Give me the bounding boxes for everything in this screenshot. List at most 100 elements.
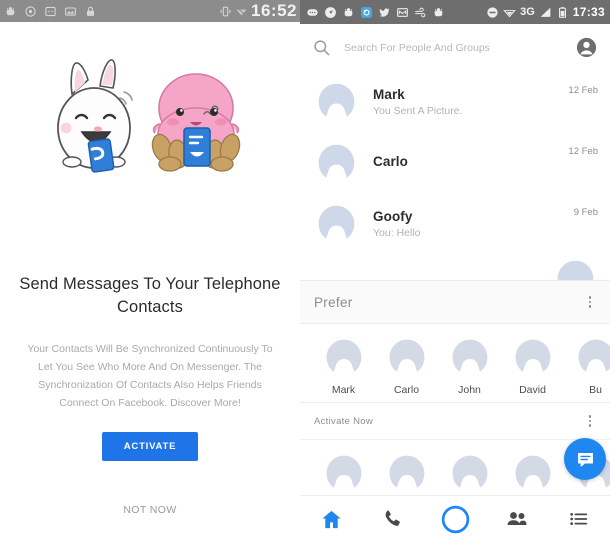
conversation-date: 9 Feb [573, 207, 598, 218]
favorite-contact[interactable]: Mark [312, 335, 375, 396]
nav-calls-button[interactable] [367, 496, 419, 542]
not-now-button[interactable]: NOT NOW [123, 504, 176, 516]
avatar [314, 201, 359, 246]
favorite-contact[interactable]: John [438, 335, 501, 396]
favorite-contact[interactable]: Bu [564, 335, 610, 396]
kebab-menu-icon[interactable] [583, 294, 597, 310]
avatar [385, 335, 428, 379]
gmail-icon [397, 7, 408, 17]
conversation-text: Carlo [373, 154, 568, 172]
dropbox-icon [434, 7, 443, 16]
nav-more-button[interactable] [553, 496, 605, 542]
conversation-row[interactable]: Mark You Sent A Picture. 12 Feb [300, 71, 610, 132]
left-status-icons [4, 5, 97, 18]
section-header-prefer: Prefer [300, 280, 610, 324]
navigation-arrow-icon [325, 6, 336, 18]
circle-record-icon [25, 5, 36, 17]
promo-text-block: Send Messages To Your Telephone Contacts… [0, 273, 300, 516]
two-characters-with-phones-illustration [56, 59, 240, 173]
home-icon [321, 510, 341, 528]
conversation-text: Mark You Sent A Picture. [373, 87, 568, 117]
pink-creature-character [151, 73, 240, 172]
right-status-bar: 3G 17:33 [300, 0, 610, 24]
nav-camera-button[interactable] [429, 496, 481, 542]
message-box-icon [45, 6, 56, 16]
kebab-menu-icon[interactable] [583, 413, 597, 429]
section-header-activate-now: Activate Now [300, 402, 610, 440]
favorite-contact[interactable]: David [501, 335, 564, 396]
conversation-row[interactable]: Goofy You: Hello 9 Feb [300, 193, 610, 254]
conversation-snippet: You Sent A Picture. [373, 104, 463, 117]
people-icon [507, 512, 527, 525]
wind-icon [415, 7, 426, 17]
right-status-clock: 17:33 [572, 5, 605, 19]
favorite-name: John [458, 384, 481, 396]
conversation-list: Mark You Sent A Picture. 12 Feb Carlo 12… [300, 71, 610, 280]
conversation-name: Goofy [373, 208, 413, 224]
photo-icon [65, 6, 76, 16]
new-message-fab[interactable] [564, 438, 606, 480]
wifi-icon [503, 9, 516, 17]
avatar [322, 335, 365, 379]
screen-root: 16:52 Send Messages To Your Telephone Co… [0, 0, 610, 542]
avatar [314, 79, 359, 124]
battery-icon [558, 6, 566, 18]
wifi-off-icon [236, 6, 247, 16]
section-title: Activate Now [314, 415, 374, 427]
nav-people-button[interactable] [491, 496, 543, 542]
list-icon [570, 513, 588, 525]
right-status-system-icons: 3G 17:33 [486, 0, 605, 24]
search-bar[interactable] [300, 24, 610, 71]
do-not-disturb-icon [487, 6, 498, 18]
camera-circle-icon [441, 505, 469, 533]
favorite-name: Bu [589, 384, 602, 396]
signal-bars-icon [540, 7, 551, 17]
favorite-name: Mark [331, 384, 356, 396]
avatar [314, 140, 359, 185]
left-status-bar: 16:52 [0, 0, 300, 22]
conversation-snippet: You: Hello [373, 226, 421, 239]
search-icon[interactable] [312, 38, 331, 57]
favorites-row-one: Mark Carlo John David Bu [300, 324, 610, 402]
right-panel-messenger: 3G 17:33 Search For People And Groups Ma… [300, 0, 610, 542]
favorite-name: David [519, 384, 546, 396]
left-status-clock: 16:52 [251, 1, 297, 20]
twitter-icon [379, 7, 390, 17]
section-title: Prefer [314, 294, 353, 310]
right-status-app-icons [306, 6, 445, 19]
conversation-name: Mark [373, 86, 405, 102]
avatar [448, 451, 491, 495]
network-type-label: 3G [520, 6, 535, 18]
nav-home-button[interactable] [305, 496, 357, 542]
lock-icon [86, 6, 95, 16]
favorite-name: Carlo [393, 384, 420, 396]
promo-description: Your Contacts Will Be Synchronized Conti… [27, 342, 273, 409]
conversation-name: Carlo [373, 153, 409, 169]
conversation-text: Goofy You: Hello [373, 209, 574, 239]
bottom-navigation-bar [300, 495, 610, 542]
bunny-character [56, 59, 133, 173]
left-status-right: 16:52 [219, 0, 300, 22]
favorite-contact[interactable]: Carlo [375, 335, 438, 396]
conversation-date: 12 Feb [568, 85, 598, 96]
phone-icon [385, 510, 401, 526]
avatar [322, 451, 365, 495]
conversation-row-partial[interactable] [300, 254, 610, 280]
conversation-row[interactable]: Carlo 12 Feb [300, 132, 610, 193]
dropbox-icon [6, 6, 15, 15]
activate-button[interactable]: ACTIVATE [101, 432, 199, 462]
avatar [511, 335, 554, 379]
avatar [574, 335, 610, 379]
account-circle-icon[interactable] [575, 36, 598, 59]
avatar [448, 335, 491, 379]
conversation-date: 12 Feb [568, 146, 598, 157]
avatar [553, 256, 598, 280]
avatar [385, 451, 428, 495]
search-input[interactable] [344, 41, 575, 54]
promo-illustration-wrap [0, 22, 300, 227]
chat-bubble-icon [307, 8, 318, 16]
dropbox-icon [344, 7, 353, 16]
avatar [511, 451, 554, 495]
new-message-icon [577, 452, 593, 467]
left-panel-contacts-promo: 16:52 Send Messages To Your Telephone Co… [0, 0, 300, 542]
